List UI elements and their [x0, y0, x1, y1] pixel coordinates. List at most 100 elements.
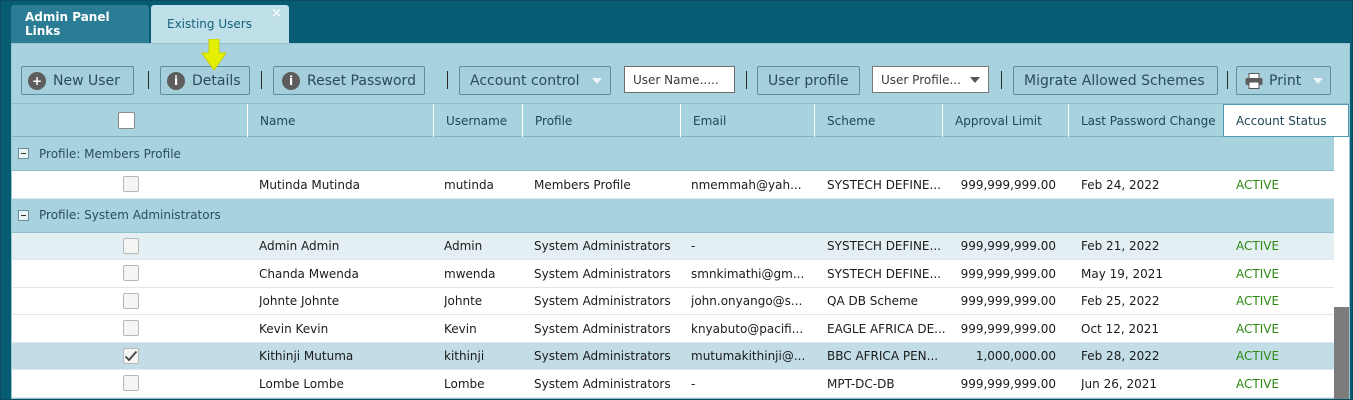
user-profile-label: User profile: [768, 72, 849, 89]
column-header-username[interactable]: Username: [433, 104, 522, 137]
column-header-label: Approval Limit: [955, 113, 1042, 128]
column-header-scheme[interactable]: Scheme: [814, 104, 942, 137]
column-header-name[interactable]: Name: [247, 104, 433, 137]
column-header-label: Email: [693, 113, 727, 128]
print-dropdown-button[interactable]: Print: [1236, 66, 1331, 95]
account-control-dropdown-button[interactable]: Account control: [459, 66, 611, 95]
row-checkbox[interactable]: [123, 265, 139, 281]
tab-label: Existing Users: [167, 17, 252, 31]
cell-name: Admin Admin: [259, 239, 340, 253]
tab-bar: Admin Panel Links Existing Users ×: [11, 5, 289, 43]
column-header-label: Username: [446, 113, 508, 128]
cell-profile: System Administrators: [534, 266, 671, 281]
column-header-approval-limit[interactable]: Approval Limit: [942, 104, 1068, 137]
cell-scheme: SYSTECH DEFINE...: [827, 266, 941, 281]
cell-username: Johnte: [444, 294, 483, 308]
cell-name: Lombe Lombe: [259, 376, 344, 391]
status-badge: ACTIVE: [1236, 266, 1280, 281]
collapse-icon[interactable]: [18, 209, 29, 221]
cell-username: Lombe: [444, 376, 485, 391]
cell-approval-limit: 999,999,999.00: [960, 266, 1056, 281]
column-header-last-password-change[interactable]: Last Password Change: [1068, 104, 1223, 137]
cell-username: mwenda: [444, 266, 496, 281]
row-checkbox[interactable]: [123, 320, 139, 336]
cell-email: nmemmah@yah...: [691, 177, 802, 192]
checkmark-icon: [124, 350, 138, 361]
cell-email: -: [691, 239, 696, 253]
table-row[interactable]: Chanda Mwenda mwenda System Administrato…: [12, 260, 1334, 288]
column-header-label: Name: [260, 113, 296, 128]
cell-last-password-change: Jun 26, 2021: [1081, 376, 1158, 391]
column-header-label: Profile: [535, 113, 573, 128]
cell-scheme: MPT-DC-DB: [827, 376, 895, 391]
row-checkbox[interactable]: [123, 292, 139, 309]
toolbar-separator: [148, 71, 149, 89]
cell-approval-limit: 999,999,999.00: [960, 177, 1056, 192]
column-header-account-status[interactable]: Account Status: [1223, 104, 1349, 137]
reset-password-button[interactable]: i Reset Password: [273, 66, 425, 95]
table-row-selected[interactable]: Kithinji Mutuma kithinji System Administ…: [12, 342, 1334, 370]
table-row[interactable]: Johnte Johnte Johnte System Administrato…: [12, 287, 1334, 315]
cell-last-password-change: Feb 24, 2022: [1081, 177, 1160, 192]
chevron-down-icon: [1313, 77, 1324, 84]
cell-name: Johnte Johnte: [259, 294, 340, 308]
cell-profile: System Administrators: [534, 239, 671, 253]
table-row[interactable]: Lombe Lombe Lombe System Administrators …: [12, 370, 1334, 398]
user-profile-select[interactable]: User Profile...: [872, 66, 989, 93]
new-user-label: New User: [53, 72, 120, 89]
collapse-icon[interactable]: [18, 148, 29, 159]
row-checkbox[interactable]: [123, 375, 139, 391]
column-header-label: Last Password Change: [1081, 113, 1216, 128]
tab-existing-users[interactable]: Existing Users ×: [151, 5, 289, 43]
group-row-members-profile[interactable]: Profile: Members Profile: [12, 137, 1334, 171]
select-all-checkbox[interactable]: [118, 112, 135, 129]
user-profile-button[interactable]: User profile: [757, 66, 860, 95]
cell-profile: System Administrators: [534, 321, 671, 336]
info-circle-icon: i: [282, 71, 300, 90]
column-header-label: Account Status: [1236, 113, 1327, 128]
toolbar-separator: [746, 71, 747, 89]
cell-name: Kithinji Mutuma: [259, 349, 354, 363]
cell-last-password-change: Feb 25, 2022: [1081, 294, 1160, 308]
table-row[interactable]: Mutinda Mutinda mutinda Members Profile …: [12, 171, 1334, 199]
column-header-label: Scheme: [827, 113, 876, 128]
toolbar-separator: [1227, 71, 1228, 89]
user-profile-select-value: User Profile...: [881, 72, 961, 87]
cell-approval-limit: 999,999,999.00: [960, 321, 1056, 336]
cell-scheme: QA DB Scheme: [827, 294, 919, 308]
user-table-body: Profile: Members Profile Mutinda Mutinda…: [12, 137, 1334, 398]
row-checkbox-checked[interactable]: [123, 347, 139, 364]
tab-admin-panel-links[interactable]: Admin Panel Links: [11, 5, 149, 43]
printer-icon: [1245, 72, 1263, 89]
cell-email: mutumakithinji@...: [691, 349, 806, 363]
cell-last-password-change: Feb 28, 2022: [1081, 349, 1160, 363]
migrate-label: Migrate Allowed Schemes: [1024, 72, 1205, 89]
cell-last-password-change: Oct 12, 2021: [1081, 321, 1159, 336]
migrate-allowed-schemes-button[interactable]: Migrate Allowed Schemes: [1013, 66, 1218, 95]
row-checkbox[interactable]: [123, 237, 139, 254]
username-search-input[interactable]: User Name.....: [624, 66, 735, 93]
close-icon[interactable]: ×: [271, 7, 282, 21]
group-label: Profile: Members Profile: [39, 146, 181, 161]
chevron-down-icon: [591, 77, 602, 84]
group-row-system-administrators[interactable]: Profile: System Administrators: [12, 198, 1334, 233]
new-user-button[interactable]: + New User: [21, 66, 134, 95]
users-panel: + New User i Details i Reset Password Ac…: [11, 43, 1350, 399]
toolbar-separator: [1001, 71, 1002, 89]
cell-last-password-change: May 19, 2021: [1081, 266, 1164, 281]
table-row[interactable]: Kevin Kevin Kevin System Administrators …: [12, 315, 1334, 343]
cell-username: mutinda: [444, 177, 494, 192]
column-header-email[interactable]: Email: [680, 104, 814, 137]
column-header-profile[interactable]: Profile: [522, 104, 680, 137]
cell-last-password-change: Feb 21, 2022: [1081, 239, 1160, 253]
cell-email: knyabuto@pacifi...: [691, 321, 804, 336]
vertical-scrollbar-thumb[interactable]: [1334, 307, 1349, 399]
plus-circle-icon: +: [28, 71, 46, 90]
status-badge: ACTIVE: [1236, 349, 1280, 363]
chevron-down-icon: [970, 76, 980, 83]
status-badge: ACTIVE: [1236, 321, 1280, 336]
row-checkbox[interactable]: [123, 176, 139, 192]
table-row[interactable]: Admin Admin Admin System Administrators …: [12, 232, 1334, 260]
reset-password-label: Reset Password: [307, 72, 416, 89]
details-label: Details: [192, 72, 241, 89]
